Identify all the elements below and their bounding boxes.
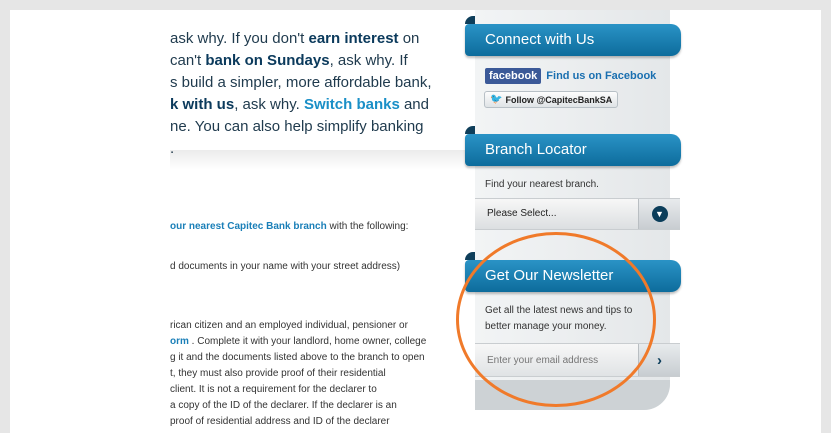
branch-locator-header: Branch Locator (465, 126, 681, 166)
body-text: proof of residential address and ID of t… (170, 416, 390, 427)
intro-text: s build a simpler, more affordable bank, (170, 74, 432, 91)
newsletter-text: better manage your money. (485, 321, 607, 332)
chevron-down-icon: ▼ (651, 206, 668, 222)
intro-text: ask why. If you don't (170, 30, 309, 47)
body-text: t, they must also provide proof of their… (170, 368, 386, 379)
intro-text: on (398, 30, 420, 47)
body-text: . Complete it with your landlord, home o… (188, 336, 427, 347)
form-link[interactable]: orm (170, 336, 189, 347)
twitter-follow-button[interactable]: 🐦 Follow @CapitecBankSA (484, 91, 619, 108)
branch-select-value: Please Select... (487, 208, 557, 219)
divider-shadow (170, 150, 470, 170)
chevron-right-icon: › (657, 351, 662, 369)
body-text: g it and the documents listed above to t… (170, 352, 425, 363)
intro-text: and (399, 96, 429, 113)
body-text: rican citizen and an employed individual… (170, 320, 408, 331)
branch-link[interactable]: our nearest Capitec Bank branch (170, 221, 327, 232)
branch-line: our nearest Capitec Bank branch with the… (170, 221, 408, 232)
body-text: with the following: (326, 221, 409, 232)
email-input[interactable] (475, 344, 633, 376)
facebook-link-label: Find us on Facebook (546, 70, 657, 82)
twitter-icon: 🐦 (490, 94, 503, 105)
body-text: client. It is not a requirement for the … (170, 384, 377, 395)
intro-emphasis: bank on Sundays (205, 52, 330, 69)
newsletter-header: Get Our Newsletter (465, 252, 681, 292)
branch-select-button[interactable]: ▼ (638, 199, 680, 229)
intro-paragraph: ask why. If you don't earn interest on c… (170, 28, 450, 160)
intro-emphasis: earn interest (308, 30, 399, 47)
facebook-link[interactable]: facebook Find us on Facebook (485, 68, 656, 84)
branch-select[interactable]: Please Select... ▼ (475, 198, 680, 230)
newsletter-description: Get all the latest news and tips to bett… (485, 303, 632, 335)
body-text: d documents in your name with your stree… (170, 261, 401, 272)
sidebar: Connect with Us facebook Find us on Face… (465, 10, 681, 410)
intro-emphasis: k with us (170, 96, 235, 113)
branch-locator-description: Find your nearest branch. (485, 179, 599, 190)
body-text: orm . Complete it with your landlord, ho… (170, 336, 426, 347)
sidebar-footer (475, 380, 670, 410)
body-text: a copy of the ID of the declarer. If the… (170, 400, 397, 411)
intro-text: can't (170, 52, 206, 69)
page: ask why. If you don't earn interest on c… (10, 10, 821, 433)
email-submit-button[interactable]: › (638, 344, 680, 376)
switch-banks-link[interactable]: Switch banks (304, 96, 400, 113)
intro-text: , ask why. If (329, 52, 408, 69)
connect-header: Connect with Us (465, 16, 681, 56)
newsletter-form: › (475, 343, 680, 377)
intro-text: ne. You can also help simplify banking (170, 118, 424, 135)
twitter-follow-label: Follow @CapitecBankSA (505, 94, 613, 105)
facebook-icon: facebook (485, 68, 542, 84)
intro-text: , ask why. (234, 96, 304, 113)
newsletter-text: Get all the latest news and tips to (485, 305, 633, 316)
